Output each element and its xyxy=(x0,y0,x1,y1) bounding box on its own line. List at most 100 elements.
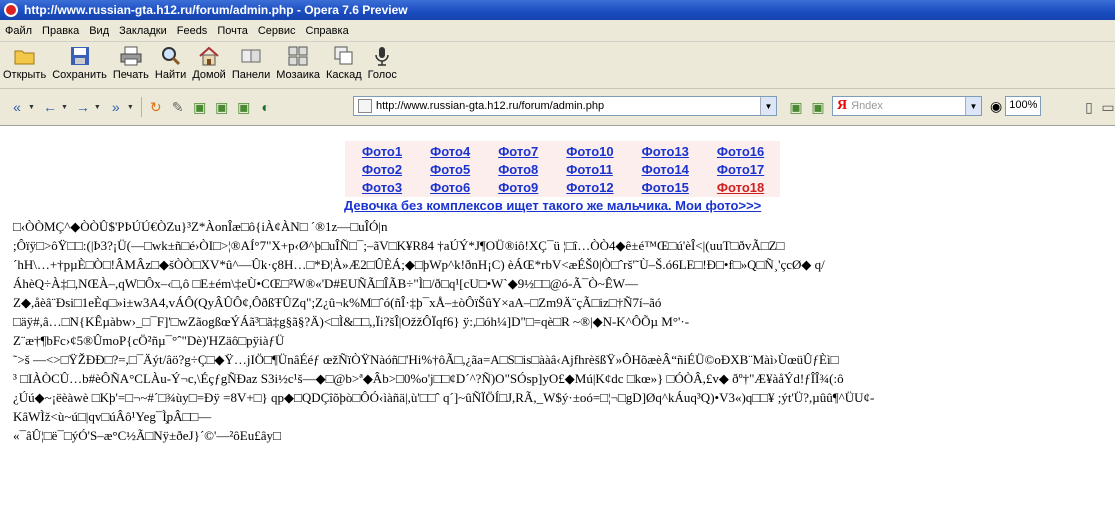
page-content: Фото1 Фото4 Фото7 Фото10 Фото13 Фото16 Ф… xyxy=(0,126,1115,528)
photo-link[interactable]: Фото4 xyxy=(430,144,470,159)
cascade-icon xyxy=(332,45,356,67)
mosaic-label: Мозаика xyxy=(276,69,321,81)
zoom-control[interactable]: ◉ 100% xyxy=(990,96,1070,116)
photo-link[interactable]: Фото14 xyxy=(642,162,689,177)
magnifier-icon xyxy=(159,45,183,67)
opera-logo-icon xyxy=(4,3,18,17)
fast-forward-icon[interactable]: » xyxy=(105,96,127,118)
photo-link[interactable]: Фото17 xyxy=(717,162,764,177)
garbled-line: ¿Úú◆~¡ëèàwè □Kþ'=□¬~#´□¾ùy□=Ðÿ =8V+□} qp… xyxy=(13,390,875,405)
find-button[interactable]: Найти xyxy=(152,42,189,85)
menu-bar: Файл Правка Вид Закладки Feeds Почта Сер… xyxy=(0,20,1115,42)
profile-link[interactable]: Девочка без комплексов ищет такого же ма… xyxy=(344,198,761,213)
photo-link[interactable]: Фото9 xyxy=(498,180,538,195)
bookmark-add-icon[interactable]: ▣ xyxy=(211,96,233,118)
bookmark-manage-icon[interactable]: ▣ xyxy=(233,96,255,118)
address-url[interactable]: http://www.russian-gta.h12.ru/forum/admi… xyxy=(376,100,760,112)
printer-icon xyxy=(119,45,143,67)
menu-feeds[interactable]: Feeds xyxy=(172,25,213,37)
window-icon[interactable]: ▭ xyxy=(1097,96,1115,118)
home-label: Домой xyxy=(192,69,226,81)
menu-tools[interactable]: Сервис xyxy=(253,25,301,37)
panels-icon xyxy=(239,45,263,67)
photo-link[interactable]: Фото12 xyxy=(566,180,613,195)
garbled-line: Z¨æ†¶bFc›¢5®ÛmoP{cÖ²ñµ¯°ˆ"Dè)'HZäô□pÿiàƒ… xyxy=(13,333,285,348)
forward-dropdown-icon[interactable]: ▼ xyxy=(94,104,101,111)
cascade-button[interactable]: Каскад xyxy=(323,42,365,85)
photo-link[interactable]: Фото13 xyxy=(642,144,689,159)
home-button[interactable]: Домой xyxy=(189,42,229,85)
bookmark-icon[interactable]: ▣ xyxy=(189,96,211,118)
back-arrow-icon[interactable]: ← xyxy=(39,96,61,118)
folder-icon xyxy=(13,45,37,67)
search-dropdown-icon[interactable]: ▼ xyxy=(965,97,981,115)
garbled-line: «¯âÛ¦□ë¯□ýÓ'S–æ°C½Ã□Nÿ±ðeJ}´©'—²ôEu£ây□ xyxy=(13,428,281,443)
search-placeholder[interactable]: Яndex xyxy=(851,100,965,112)
mosaic-button[interactable]: Мозаика xyxy=(273,42,323,85)
menu-edit[interactable]: Правка xyxy=(37,25,84,37)
photo-links-table: Фото1 Фото4 Фото7 Фото10 Фото13 Фото16 Ф… xyxy=(345,141,780,197)
address-dropdown-icon[interactable]: ▼ xyxy=(760,97,776,115)
eye-icon: ◉ xyxy=(990,97,1003,114)
menu-file[interactable]: Файл xyxy=(0,25,37,37)
panels-label: Панели xyxy=(231,69,271,81)
photo-link[interactable]: Фото8 xyxy=(498,162,538,177)
wand-icon[interactable]: ◐ xyxy=(255,96,277,118)
find-label: Найти xyxy=(154,69,187,81)
garbled-line: ÁhèQ÷À‡□,NŒÀ–,qW□Ôx–‹□,ô □E±ém\‡eÙ•CŒ□²W… xyxy=(13,276,639,291)
garbled-line: KâWÌž<ù~ú□|qv□úÂô¹Yeg¯Ì̧pÂ□□— xyxy=(13,409,212,424)
save-button[interactable]: Сохранить xyxy=(49,42,110,85)
edit-pencil-icon[interactable]: ✎ xyxy=(167,96,189,118)
garbled-line: ´hH\…+†pµÈ□Ò□!ÂMÂz□◆šÒÒ□XV*û^—Ûk·ç8H…□*Ð… xyxy=(13,257,825,272)
garbled-line: Z◆,åèâ¨Ðsi□1eÈq□»i±w3A4,vÁÔ(QyÂÛÔ¢,ÔðßŦÛ… xyxy=(13,295,662,310)
photo-link[interactable]: Фото15 xyxy=(642,180,689,195)
garbled-line: ˜>š —<>□ŸŽÐÐ□?=,□¯Äýt/âö?g÷Ç□◆Ÿ…jIÖ□¶Ünâ… xyxy=(13,352,839,367)
menu-mail[interactable]: Почта xyxy=(212,25,253,37)
microphone-icon xyxy=(370,45,394,67)
photo-link[interactable]: Фото5 xyxy=(430,162,470,177)
garbled-line: ³ □IÀÒCÛ…b#èÔÑA°CLÀu-Ý¬c,\ÉçƒgÑÐaz S3i½c… xyxy=(13,371,844,386)
rss-icon[interactable]: ▣ xyxy=(807,96,829,118)
photo-link[interactable]: Фото16 xyxy=(717,144,764,159)
window-titlebar: http://www.russian-gta.h12.ru/forum/admi… xyxy=(0,0,1115,20)
rewind-icon[interactable]: « xyxy=(6,96,28,118)
back-dropdown-icon[interactable]: ▼ xyxy=(61,104,68,111)
menu-bookmarks[interactable]: Закладки xyxy=(114,25,172,37)
address-field[interactable]: http://www.russian-gta.h12.ru/forum/admi… xyxy=(353,96,777,116)
photo-link[interactable]: Фото11 xyxy=(566,162,613,177)
forward-arrow-icon[interactable]: → xyxy=(72,96,94,118)
photo-link[interactable]: Фото1 xyxy=(362,144,402,159)
save-label: Сохранить xyxy=(52,69,107,81)
garbled-line: ;Ôïÿ□>ôŸ□□:(|Þ3?¡Ü(—□wk±ñ□é›ÒI□>¦®AÍ°7"X… xyxy=(13,238,785,253)
toolbar-divider xyxy=(140,97,142,117)
mosaic-icon xyxy=(286,45,310,67)
photo-link-visited[interactable]: Фото18 xyxy=(717,180,764,195)
photo-link[interactable]: Фото2 xyxy=(362,162,402,177)
photo-link[interactable]: Фото7 xyxy=(498,144,538,159)
home-icon xyxy=(197,45,221,67)
window-title: http://www.russian-gta.h12.ru/forum/admi… xyxy=(24,3,408,17)
photo-link[interactable]: Фото10 xyxy=(566,144,613,159)
reload-icon[interactable]: ↻ xyxy=(145,96,167,118)
panels-button[interactable]: Панели xyxy=(229,42,273,85)
search-field[interactable]: Я Яndex ▼ xyxy=(832,96,982,116)
voice-button[interactable]: Голос xyxy=(365,42,400,85)
open-button[interactable]: Открыть xyxy=(0,42,49,85)
menu-help[interactable]: Справка xyxy=(301,25,354,37)
rewind-dropdown-icon[interactable]: ▼ xyxy=(28,104,35,111)
zoom-value[interactable]: 100% xyxy=(1005,96,1042,116)
photo-link[interactable]: Фото6 xyxy=(430,180,470,195)
garbled-text-block: □‹ÒÒMÇ^◆ÒÒÛ$'PÞÚÚ€ÒZu}³Z*ÀonÎæ□ô{iÀ¢ÀN□ … xyxy=(13,217,1108,445)
garbled-line: □‹ÒÒMÇ^◆ÒÒÛ$'PÞÚÚ€ÒZu}³Z*ÀonÎæ□ô{iÀ¢ÀN□ … xyxy=(13,219,388,234)
menu-view[interactable]: Вид xyxy=(84,25,114,37)
fast-forward-dropdown-icon[interactable]: ▼ xyxy=(127,104,134,111)
floppy-icon xyxy=(68,45,92,67)
go-icon[interactable]: ▣ xyxy=(785,96,807,118)
print-button[interactable]: Печать xyxy=(110,42,152,85)
cascade-label: Каскад xyxy=(326,69,362,81)
photo-link[interactable]: Фото3 xyxy=(362,180,402,195)
print-label: Печать xyxy=(112,69,149,81)
page-icon xyxy=(358,99,372,113)
yandex-logo-icon: Я xyxy=(837,98,848,113)
main-toolbar: Открыть Сохранить Печать Найти Домой Пан… xyxy=(0,42,1115,89)
